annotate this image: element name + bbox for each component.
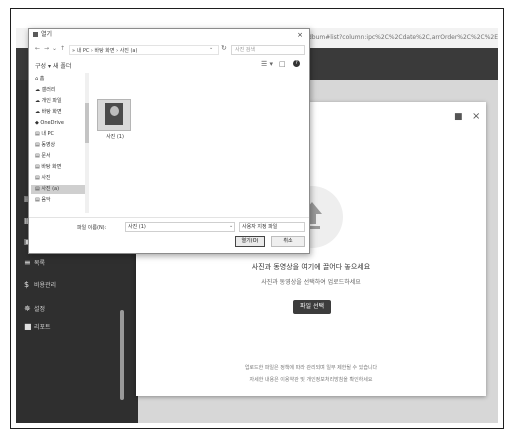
- nav-item-settings[interactable]: ✵ 설정: [24, 302, 45, 316]
- tree-item[interactable]: ⌂ 홈: [35, 75, 44, 84]
- tree-item[interactable]: ▤ 사진 (a): [31, 185, 85, 194]
- tree-item[interactable]: ☁ 개인 파일: [35, 97, 62, 106]
- select-file-button[interactable]: 파일 선택: [293, 300, 331, 314]
- dialog-command-bar: 구성 ▾ 새 폴더 ☰ ▾ □ ?: [29, 59, 309, 71]
- tree-item[interactable]: ☁ 바탕 화면: [35, 108, 62, 117]
- dialog-title: 열기: [41, 31, 53, 38]
- recent-chevron-icon[interactable]: ⌄: [52, 45, 57, 52]
- filename-label: 파일 이름(N):: [77, 225, 107, 231]
- dialog-close-icon[interactable]: ×: [297, 29, 303, 41]
- upload-subtitle: 사진과 동영상을 선택하여 업로드하세요: [261, 279, 361, 286]
- tree-item[interactable]: ▤ 바탕 화면: [35, 163, 61, 172]
- help-icon[interactable]: ?: [293, 60, 300, 67]
- modal-close-icon[interactable]: ×: [472, 111, 480, 122]
- back-arrow-icon[interactable]: ←: [35, 45, 40, 52]
- file-item-name[interactable]: 사진 (1): [95, 133, 135, 140]
- settings-icon: ✵: [24, 304, 31, 313]
- address-text: dbum#list?column:ipc%2C%2Cdate%2C,arrOrd…: [308, 34, 498, 41]
- path-dropdown-icon[interactable]: ⌄: [209, 45, 213, 51]
- cancel-button[interactable]: 취소: [271, 236, 305, 247]
- list-icon: ≡: [24, 258, 31, 267]
- search-input[interactable]: 사진 검색: [231, 45, 305, 55]
- dialog-titlebar: 열기 ×: [29, 29, 309, 41]
- upload-title: 사진과 동영상을 여기에 끌어다 놓으세요: [251, 263, 371, 271]
- tree-item[interactable]: ▤ 사진: [35, 174, 51, 183]
- nav-item-list[interactable]: ≡ 목록: [24, 256, 45, 270]
- dialog-footer: 파일 이름(N): 사진 (1) ⌄ 사용자 지정 파일 열기(O) 취소: [29, 217, 309, 254]
- preview-pane-icon[interactable]: □: [279, 60, 286, 68]
- path-breadcrumb[interactable]: » 내 PC › 바탕 화면 › 사진 (a): [69, 45, 219, 55]
- report-icon: ■: [24, 322, 32, 331]
- app-icon: [33, 32, 38, 37]
- filetype-select[interactable]: 사용자 지정 파일: [239, 222, 305, 232]
- tree-item[interactable]: ▤ 음악: [35, 196, 51, 205]
- upload-footnote-1: 업로드한 파일은 정책에 따라 관리되며 일부 제한될 수 있습니다: [244, 365, 378, 371]
- filename-dropdown-icon[interactable]: ⌄: [229, 223, 233, 229]
- tree-item[interactable]: ▤ 문서: [35, 152, 51, 161]
- file-list: 사진 (1): [89, 73, 309, 213]
- nav-scrollbar[interactable]: [120, 310, 124, 400]
- tree-item[interactable]: ☁ 갤러리: [35, 86, 55, 95]
- tree-item[interactable]: ◆ OneDrive: [35, 119, 64, 128]
- folder-tree: ⌂ 홈 ☁ 갤러리 ☁ 개인 파일 ☁ 바탕 화면 ◆ OneDrive ▤ 내 PC ▤ …: [29, 73, 87, 213]
- filename-input[interactable]: 사진 (1): [125, 222, 235, 232]
- upload-footnote-2: 자세한 내용은 이용약관 및 개인정보처리방침을 확인하세요: [249, 377, 373, 383]
- organize-menu[interactable]: 구성 ▾: [35, 61, 51, 70]
- file-item[interactable]: [97, 99, 131, 131]
- nav-item-expense[interactable]: $ 비용관리: [24, 278, 56, 292]
- open-button[interactable]: 열기(O): [235, 236, 265, 247]
- file-open-dialog: 열기 × ← → ⌄ ↑ » 내 PC › 바탕 화면 › 사진 (a) ⌄ ↻…: [28, 28, 310, 254]
- currency-icon: $: [24, 280, 30, 289]
- nav-item-report[interactable]: ■ 리포트: [24, 320, 51, 334]
- tree-item[interactable]: ▤ 동영상: [35, 141, 55, 150]
- refresh-icon[interactable]: ↻: [221, 44, 227, 52]
- view-options-icon[interactable]: ☰ ▾: [261, 60, 273, 68]
- tree-item[interactable]: ▤ 내 PC: [35, 130, 54, 139]
- bookmark-icon[interactable]: ■: [454, 112, 463, 122]
- new-folder-button[interactable]: 새 폴더: [53, 61, 71, 70]
- up-arrow-icon[interactable]: ↑: [60, 45, 65, 52]
- forward-arrow-icon[interactable]: →: [44, 45, 49, 52]
- portrait-thumbnail: [110, 106, 119, 116]
